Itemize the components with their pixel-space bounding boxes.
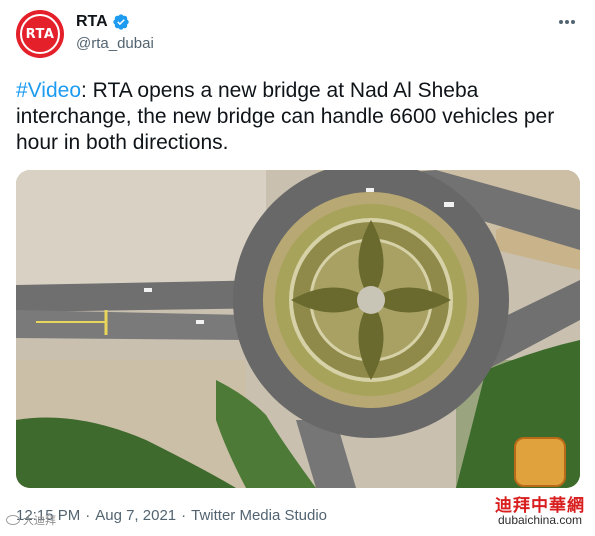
author-name-row[interactable]: RTA bbox=[76, 13, 130, 31]
user-handle[interactable]: @rta_dubai bbox=[76, 35, 154, 52]
avatar[interactable]: RTA bbox=[16, 10, 64, 58]
tweet-date-link[interactable]: Aug 7, 2021 bbox=[95, 507, 176, 524]
tweet-source: Twitter Media Studio bbox=[191, 507, 328, 524]
tweet-meta: 12:15 PM · Aug 7, 2021 · Twitter Media S… bbox=[16, 507, 327, 524]
tweet-text: #Video: RTA opens a new bridge at Nad Al… bbox=[16, 78, 581, 156]
watermark-left-text: 大迪拜 bbox=[23, 515, 56, 527]
tweet-body: : RTA opens a new bridge at Nad Al Sheba… bbox=[16, 79, 555, 154]
display-name[interactable]: RTA bbox=[76, 13, 108, 31]
more-options-icon[interactable] bbox=[555, 10, 579, 34]
watermark-eye-icon bbox=[6, 515, 20, 525]
watermark-left: 大迪拜 bbox=[6, 512, 56, 528]
verified-badge-icon bbox=[112, 13, 130, 31]
meta-separator: · bbox=[181, 507, 187, 524]
hashtag-link[interactable]: #Video bbox=[16, 79, 81, 102]
watermark-right: 迪拜中華網 dubaichina.com bbox=[492, 437, 588, 529]
meta-separator: · bbox=[85, 507, 91, 524]
watermark-logo-icon bbox=[514, 437, 566, 487]
watermark-domain: dubaichina.com bbox=[497, 513, 583, 527]
avatar-logo-text: RTA bbox=[20, 14, 60, 54]
